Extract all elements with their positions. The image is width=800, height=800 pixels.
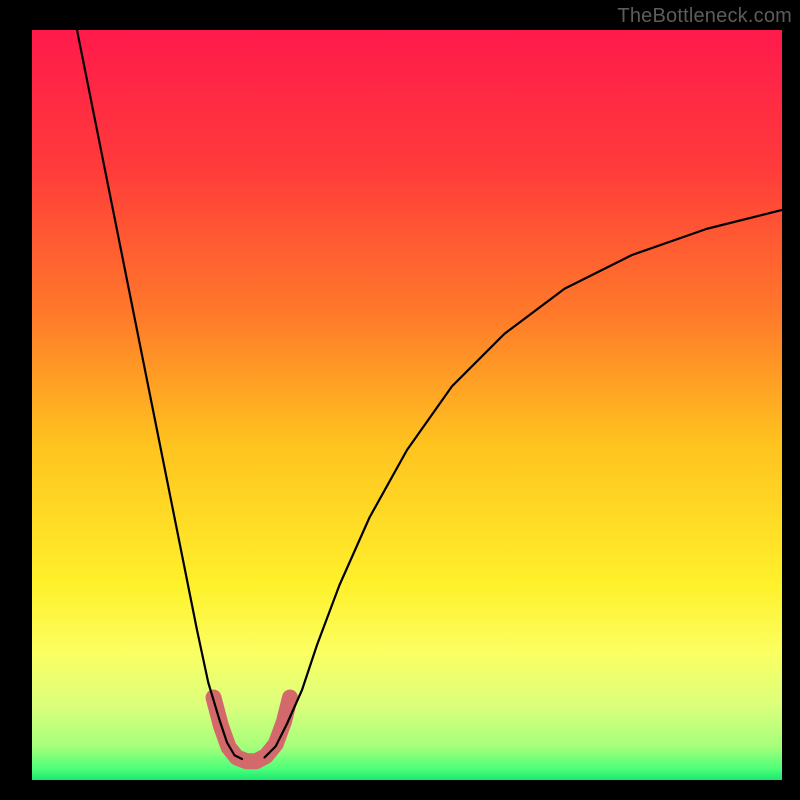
bottleneck-chart bbox=[0, 0, 800, 800]
chart-frame: TheBottleneck.com bbox=[0, 0, 800, 800]
plot-background bbox=[32, 30, 782, 780]
watermark-text: TheBottleneck.com bbox=[617, 5, 792, 28]
